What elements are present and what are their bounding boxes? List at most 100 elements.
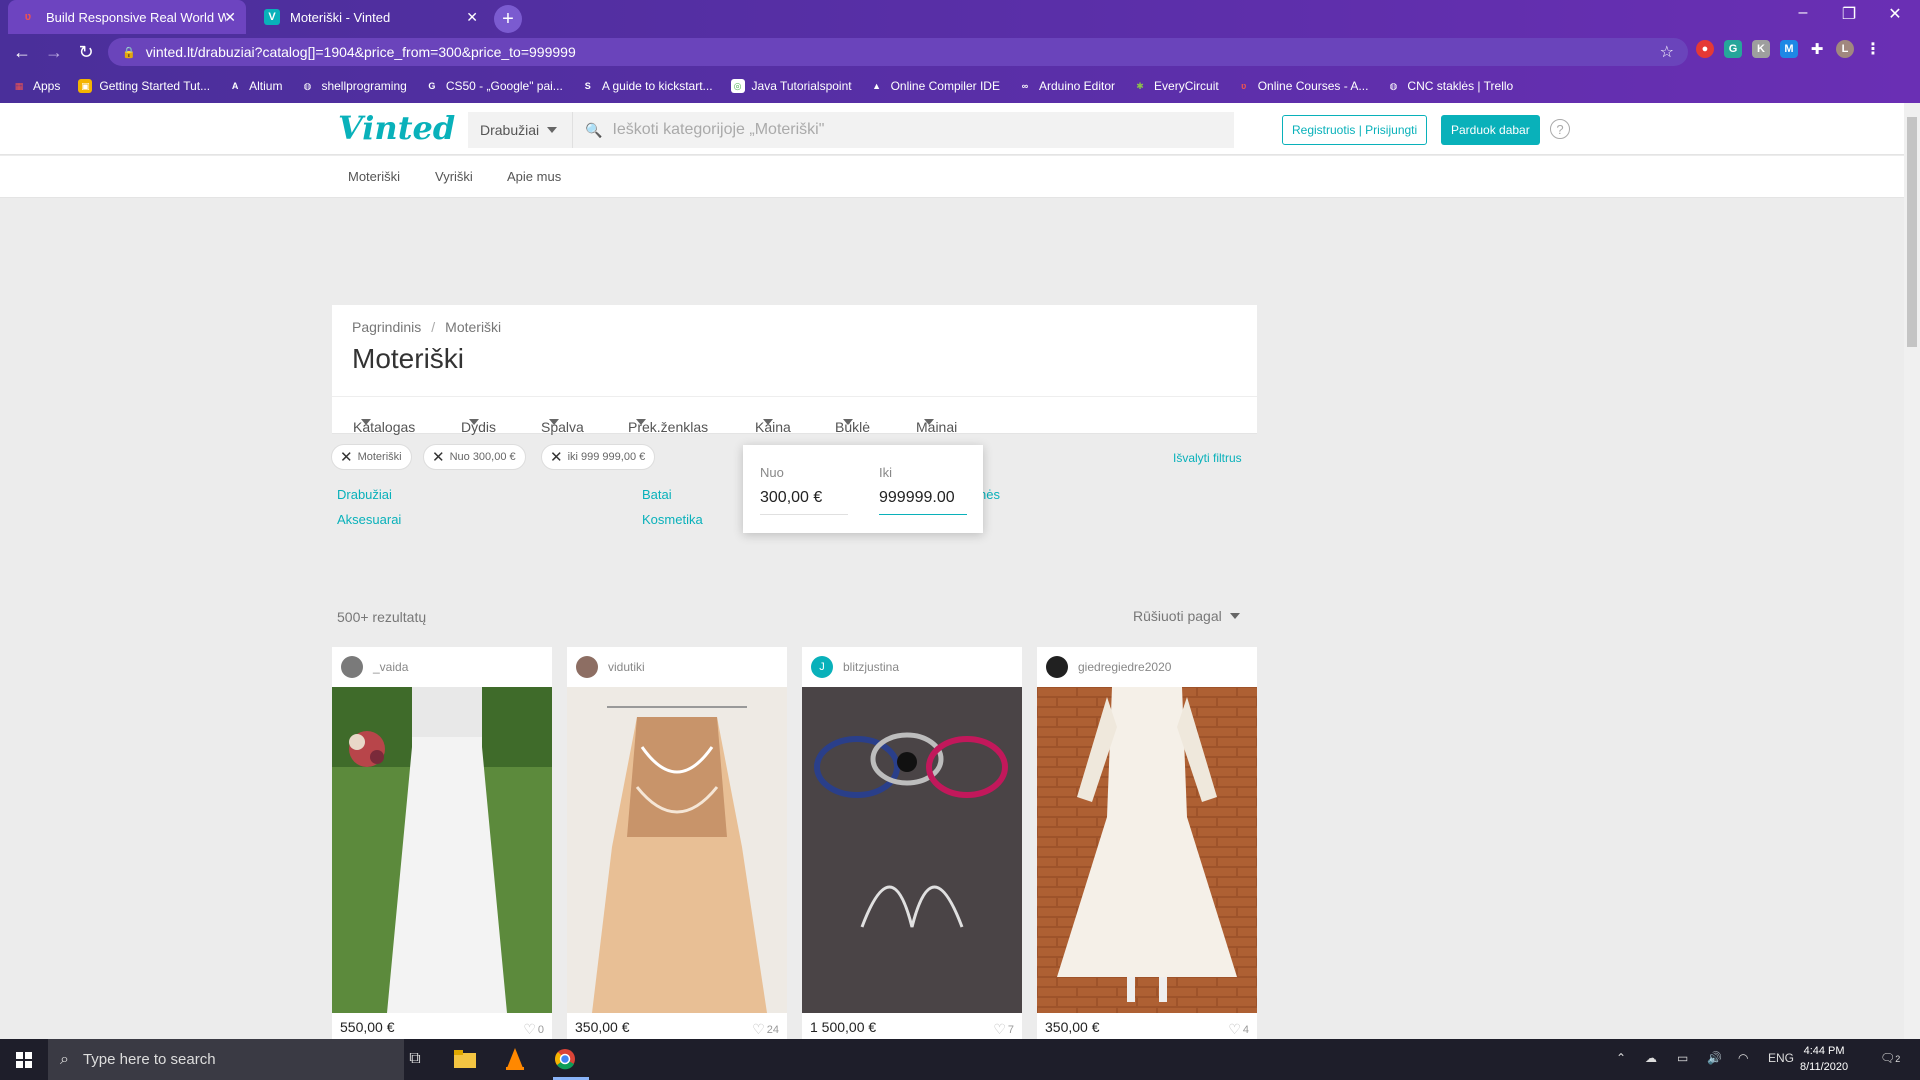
sort-dropdown[interactable]: Rūšiuoti pagal <box>1133 608 1240 624</box>
like-button[interactable]: ♡ 0 <box>523 1021 544 1038</box>
like-button[interactable]: ♡ 7 <box>993 1021 1014 1038</box>
breadcrumb-current[interactable]: Moteriški <box>445 319 501 335</box>
item-price: 350,00 € <box>1045 1019 1100 1035</box>
bookmark-star-icon[interactable]: ☆ <box>1660 42 1674 62</box>
extension-gray-icon[interactable]: K <box>1752 40 1770 58</box>
task-view-icon[interactable]: ⧉ <box>403 1047 427 1071</box>
item-user[interactable]: _vaida <box>332 647 552 687</box>
category-link-shoes[interactable]: Batai <box>642 487 672 502</box>
wifi-icon[interactable]: ◠ <box>1738 1051 1748 1065</box>
bookmark-cs50[interactable]: G CS50 - „Google" pai... <box>425 79 563 93</box>
item-user[interactable]: vidutiki <box>567 647 787 687</box>
results-count: 500+ rezultatų <box>337 609 427 625</box>
chevron-down-icon <box>547 127 558 133</box>
remove-icon[interactable]: ✕ <box>340 448 353 466</box>
remove-icon[interactable]: ✕ <box>550 448 563 466</box>
breadcrumb-home[interactable]: Pagrindinis <box>352 319 421 335</box>
bookmark-java[interactable]: ◎ Java Tutorialspoint <box>730 79 852 93</box>
close-icon[interactable]: ✕ <box>466 9 478 26</box>
category-link-accessories[interactable]: Aksesuarai <box>337 512 401 527</box>
bookmark-altium[interactable]: A Altium <box>228 79 283 93</box>
menu-dots-icon[interactable]: ⋮ <box>1864 40 1882 58</box>
new-tab-button[interactable]: + <box>494 5 522 33</box>
notifications-icon[interactable]: 🗨2 <box>1880 1051 1900 1065</box>
item-card[interactable]: Jblitzjustina 1 500,00 € ♡ 7 <box>802 647 1022 1039</box>
vinted-logo[interactable]: Vinted <box>338 109 455 147</box>
nav-men[interactable]: Vyriški <box>435 169 473 184</box>
filter-chip-women[interactable]: ✕ Moteriški <box>331 444 412 470</box>
item-user[interactable]: giedregiedre2020 <box>1037 647 1257 687</box>
windows-start-icon[interactable] <box>0 1039 48 1080</box>
item-card[interactable]: _vaida 550,00 € ♡ 0 <box>332 647 552 1039</box>
onedrive-icon[interactable]: ☁ <box>1645 1051 1657 1065</box>
bookmark-compiler[interactable]: ▲ Online Compiler IDE <box>870 79 1000 93</box>
item-photo-white-dress[interactable] <box>1037 687 1257 1013</box>
like-button[interactable]: ♡ 4 <box>1228 1021 1249 1038</box>
extension-green-icon[interactable]: G <box>1724 40 1742 58</box>
search-icon: 🔍 <box>585 121 603 138</box>
address-bar[interactable]: 🔒 vinted.lt/drabuziai?catalog[]=1904&pri… <box>108 38 1688 66</box>
file-explorer-icon[interactable] <box>453 1047 477 1071</box>
bookmark-everycircuit[interactable]: ✱ EveryCircuit <box>1133 79 1218 93</box>
bookmark-cnc[interactable]: ◍ CNC staklės | Trello <box>1386 79 1513 93</box>
scrollbar-thumb[interactable] <box>1907 117 1917 347</box>
register-login-button[interactable]: Registruotis | Prisijungti <box>1282 115 1428 145</box>
site-header: Vinted Drabužiai 🔍 Ieškoti kategorijoje … <box>0 103 1904 155</box>
remove-icon[interactable]: ✕ <box>432 448 445 466</box>
language-indicator[interactable]: ENG <box>1768 1051 1794 1065</box>
category-select[interactable]: Drabužiai <box>468 112 572 148</box>
page-scrollbar[interactable] <box>1904 103 1920 1039</box>
reload-icon[interactable]: ↻ <box>70 42 102 63</box>
item-photo-rings[interactable] <box>802 687 1022 1013</box>
item-card[interactable]: giedregiedre2020 350,00 € ♡ 4 <box>1037 647 1257 1039</box>
extension-blue-icon[interactable]: M <box>1780 40 1798 58</box>
forward-icon[interactable]: → <box>38 42 70 63</box>
clear-filters-link[interactable]: Išvalyti filtrus <box>1173 451 1242 465</box>
nav-about[interactable]: Apie mus <box>507 169 561 184</box>
help-icon[interactable]: ? <box>1550 119 1570 139</box>
battery-icon[interactable]: ▭ <box>1677 1051 1688 1065</box>
item-photo-wedding-dress[interactable] <box>332 687 552 1013</box>
profile-avatar[interactable]: L <box>1836 40 1854 58</box>
bookmark-apps[interactable]: ▦ Apps <box>12 79 61 93</box>
chevron-down-icon <box>636 419 646 425</box>
window-close-icon[interactable]: ✕ <box>1872 4 1918 24</box>
search-input[interactable]: 🔍 Ieškoti kategorijoje „Moteriški" <box>572 112 1234 148</box>
chrome-icon[interactable] <box>553 1047 577 1071</box>
heart-icon: ♡ <box>752 1021 765 1037</box>
item-price: 350,00 € <box>575 1019 630 1035</box>
puzzle-icon[interactable]: ✚ <box>1808 40 1826 58</box>
close-icon[interactable]: ✕ <box>224 9 236 26</box>
like-button[interactable]: ♡ 24 <box>752 1021 779 1038</box>
volume-icon[interactable]: 🔊 <box>1707 1051 1722 1065</box>
nav-women[interactable]: Moteriški <box>348 169 400 184</box>
item-photo-gown[interactable] <box>567 687 787 1013</box>
globe-icon: ◍ <box>1389 80 1398 91</box>
bookmark-getting-started[interactable]: ▣ Getting Started Tut... <box>78 79 210 93</box>
bookmarks-bar: ▦ Apps ▣ Getting Started Tut... A Altium ◍ s… <box>0 70 1920 102</box>
minimize-icon[interactable]: – <box>1780 4 1826 22</box>
back-icon[interactable]: ← <box>6 42 38 63</box>
item-user[interactable]: Jblitzjustina <box>802 647 1022 687</box>
filter-chip-price-to[interactable]: ✕ iki 999 999,00 € <box>541 444 656 470</box>
vlc-icon[interactable] <box>503 1047 527 1071</box>
category-link-cosmetics[interactable]: Kosmetika <box>642 512 703 527</box>
category-link-clothes[interactable]: Drabužiai <box>337 487 392 502</box>
bookmark-guide[interactable]: SA guide to kickstart... <box>581 79 713 93</box>
item-card[interactable]: vidutiki 350,00 € ♡ 24 <box>567 647 787 1039</box>
sell-now-button[interactable]: Parduok dabar <box>1441 115 1540 145</box>
taskbar-search-input[interactable]: ⌕ Type here to search <box>48 1039 404 1080</box>
bookmark-arduino[interactable]: ∞ Arduino Editor <box>1018 79 1115 93</box>
tab-vinted[interactable]: V Moteriški - Vinted ✕ <box>252 0 488 34</box>
filter-bar: Katalogas Dydis Spalva Prek.ženklas Kain… <box>332 396 1257 435</box>
taskbar-clock[interactable]: 4:44 PM 8/11/2020 <box>1800 1043 1848 1075</box>
extension-red-icon[interactable]: ● <box>1696 40 1714 58</box>
tab-build-responsive[interactable]: ʋ Build Responsive Real World We ✕ <box>8 0 246 34</box>
restore-icon[interactable]: ❐ <box>1826 4 1872 24</box>
price-to-input[interactable]: 999999.00 <box>879 489 955 507</box>
price-from-input[interactable]: 300,00 € <box>760 489 822 507</box>
filter-chip-price-from[interactable]: ✕ Nuo 300,00 € <box>423 444 526 470</box>
bookmark-online-courses[interactable]: ʋ Online Courses - A... <box>1237 79 1368 93</box>
tray-chevron-icon[interactable]: ⌃ <box>1616 1051 1626 1065</box>
bookmark-shellprograming[interactable]: ◍ shellprograming <box>300 79 407 93</box>
